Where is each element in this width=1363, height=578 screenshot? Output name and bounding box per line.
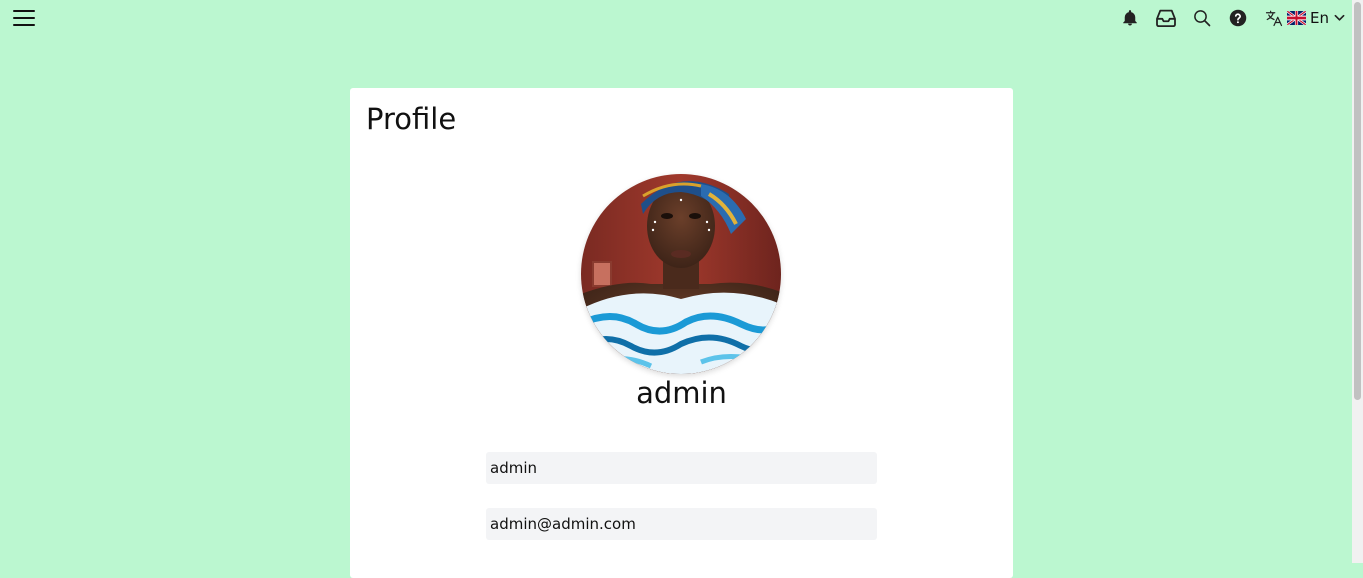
- top-bar: En: [0, 0, 1352, 36]
- language-label: En: [1310, 9, 1329, 27]
- translate-icon: [1265, 10, 1283, 27]
- inbox-icon[interactable]: [1156, 8, 1176, 28]
- uk-flag-icon: [1287, 11, 1306, 25]
- page-title: Profile: [366, 102, 457, 136]
- help-icon[interactable]: [1228, 8, 1248, 28]
- avatar[interactable]: [581, 174, 781, 374]
- bell-icon[interactable]: [1120, 8, 1140, 28]
- search-icon[interactable]: [1192, 8, 1212, 28]
- hamburger-menu-icon[interactable]: [12, 9, 36, 27]
- email-field[interactable]: [486, 508, 877, 540]
- chevron-down-icon: [1334, 14, 1345, 21]
- scrollbar[interactable]: [1352, 0, 1363, 563]
- language-selector[interactable]: En: [1265, 8, 1345, 28]
- username-field[interactable]: [486, 452, 877, 484]
- scrollbar-thumb[interactable]: [1354, 2, 1361, 400]
- profile-card: Profile admin admin admin@admin.com: [350, 88, 1013, 578]
- profile-username: admin: [636, 376, 727, 410]
